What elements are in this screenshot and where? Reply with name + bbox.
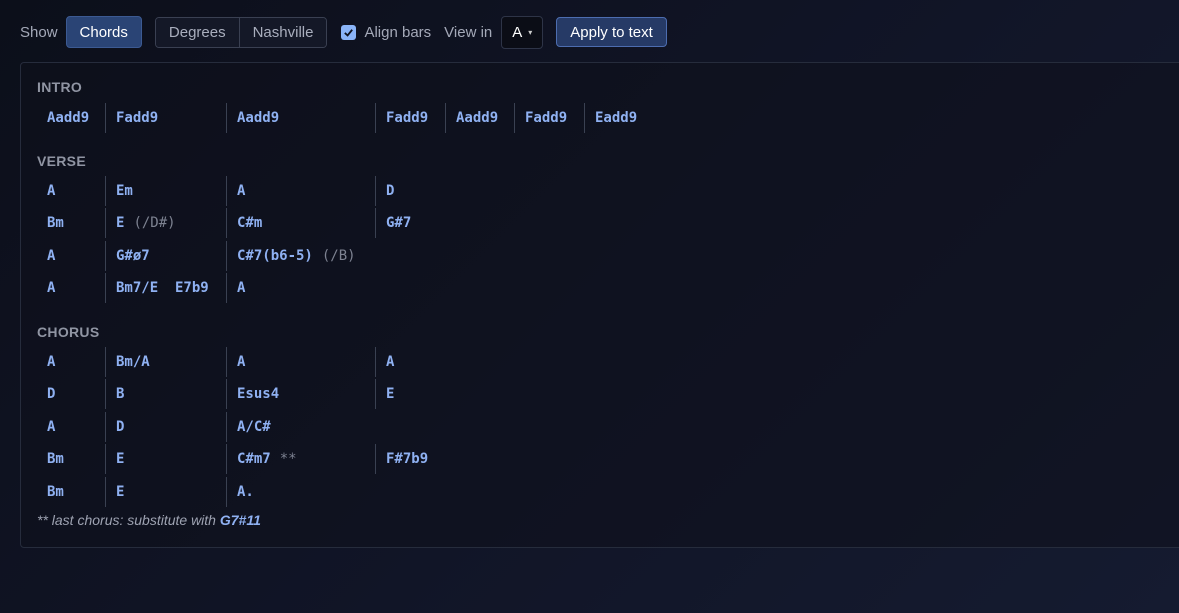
chord: A.	[226, 477, 254, 507]
chevron-down-icon: ▾	[528, 27, 533, 37]
chord-chart-panel: INTRO Aadd9 Fadd9 Aadd9 Fadd9 Aadd9 Fadd…	[20, 62, 1179, 548]
section-title-chorus: CHORUS	[37, 324, 100, 340]
chord: A	[47, 419, 56, 435]
bass-note: (/B)	[321, 248, 356, 264]
chord: D	[375, 176, 394, 206]
chord: C#m	[226, 208, 262, 238]
chord: Esus4	[226, 379, 279, 409]
chord: Fadd9	[375, 103, 428, 133]
chord: A	[47, 183, 56, 199]
chord: Aadd9	[226, 103, 279, 133]
align-bars-label[interactable]: Align bars	[364, 24, 431, 41]
section-title-intro: INTRO	[37, 79, 83, 95]
chord: Fadd9	[514, 103, 567, 133]
footnote-chord: G7#11	[219, 512, 261, 528]
chord: Fadd9	[105, 103, 158, 133]
chord: Aadd9	[445, 103, 498, 133]
section-title-verse: VERSE	[37, 153, 86, 169]
chord: A	[47, 354, 56, 370]
align-bars-checkbox[interactable]	[341, 24, 357, 40]
nashville-button[interactable]: Nashville	[238, 17, 327, 47]
chord: Bm7/E E7b9	[105, 273, 209, 303]
chords-button[interactable]: Chords	[65, 16, 142, 48]
chord: E	[116, 215, 125, 231]
notation-toggle-group: Degrees Nashville	[154, 16, 328, 48]
chord: B	[105, 379, 124, 409]
chord: G#7	[375, 208, 411, 238]
footnote-text: ** last chorus: substitute with	[37, 512, 216, 528]
chord: A	[47, 280, 56, 296]
chord: C#m7	[237, 451, 271, 467]
chord: A	[226, 347, 245, 377]
chord: D	[47, 386, 56, 402]
chord: E	[105, 477, 124, 507]
chord: Aadd9	[47, 110, 90, 126]
key-select-value: A	[512, 23, 523, 41]
toolbar: Show Chords Degrees Nashville Align bars…	[20, 15, 667, 49]
chord: Bm	[47, 484, 64, 500]
chord-cell: C#m7 **	[226, 444, 297, 474]
chord: A	[47, 248, 56, 264]
chord: Bm/A	[105, 347, 150, 377]
chord: Em	[105, 176, 133, 206]
show-label: Show	[20, 23, 58, 41]
chord-cell: E (/D#)	[105, 208, 176, 238]
key-select[interactable]: A ▾	[501, 15, 544, 49]
degrees-button[interactable]: Degrees	[155, 17, 239, 47]
chord: G#ø7	[105, 241, 150, 271]
checkmark-icon	[344, 28, 354, 37]
bass-note: (/D#)	[133, 215, 176, 231]
chord-cell: C#7(b6-5) (/B)	[226, 241, 356, 271]
chord: A/C#	[226, 412, 271, 442]
chord: Bm	[47, 451, 64, 467]
chord: E	[105, 444, 124, 474]
chord: E	[375, 379, 394, 409]
chord: C#7(b6-5)	[237, 248, 313, 264]
chord: D	[105, 412, 124, 442]
footnote: ** last chorus: substitute with G7#11	[37, 512, 261, 528]
apply-to-text-button[interactable]: Apply to text	[556, 17, 667, 47]
footnote-marker: **	[279, 451, 297, 467]
chord: A	[226, 273, 245, 303]
chord: Bm	[47, 215, 64, 231]
chord: A	[375, 347, 394, 377]
chord: A	[226, 176, 245, 206]
chord: F#7b9	[375, 444, 428, 474]
view-in-label: View in	[444, 23, 493, 41]
chord: Eadd9	[584, 103, 637, 133]
